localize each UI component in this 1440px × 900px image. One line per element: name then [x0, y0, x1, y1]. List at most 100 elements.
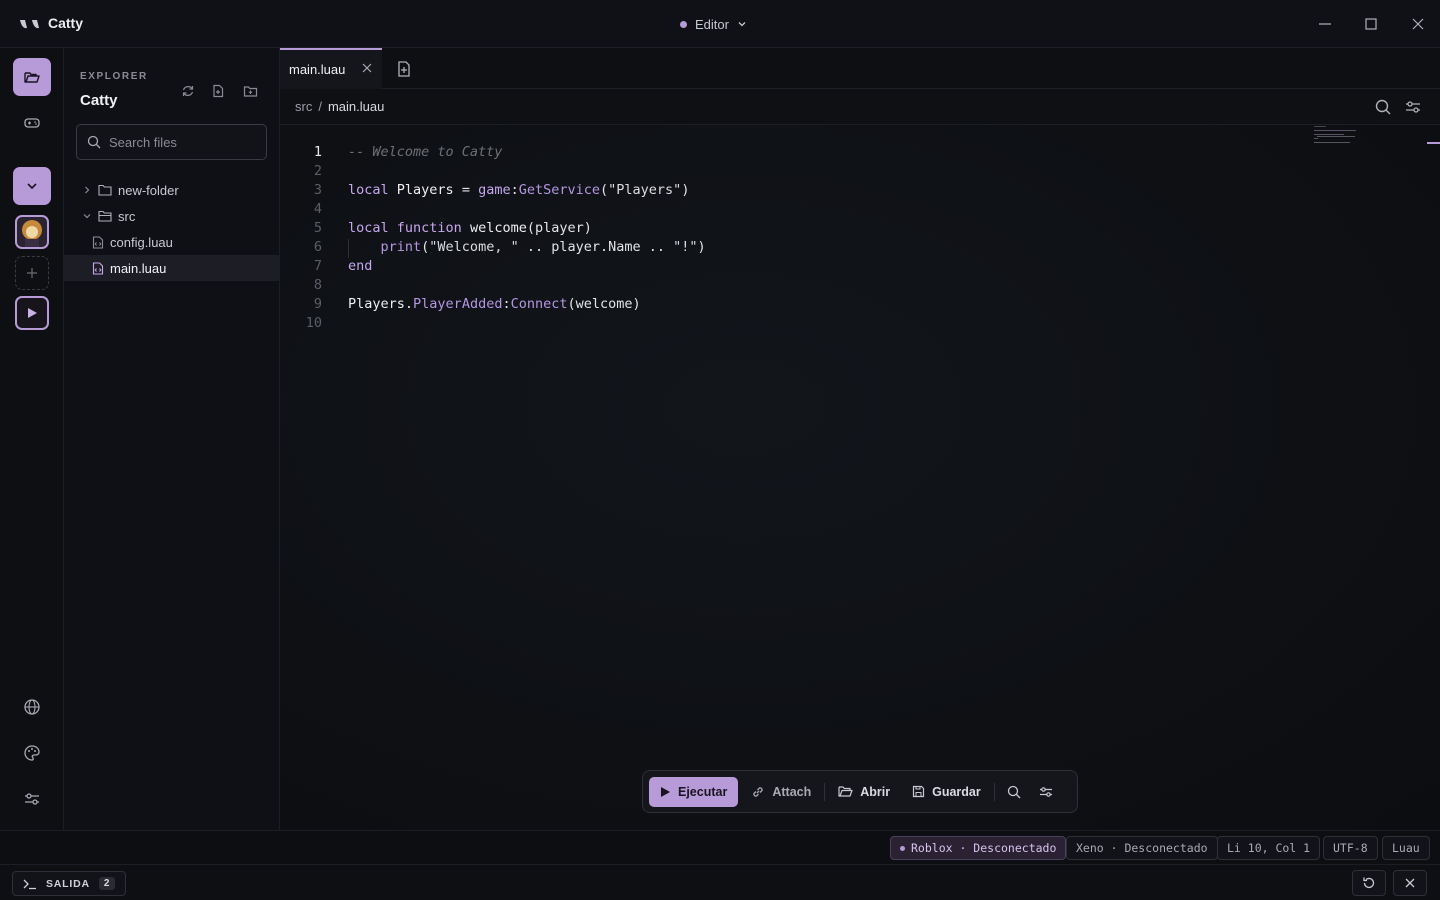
xeno-status-badge[interactable]: Xeno · Desconectado: [1066, 836, 1218, 860]
tab-label: main.luau: [289, 62, 346, 77]
add-account-button[interactable]: [15, 256, 49, 290]
breadcrumb-separator: /: [318, 99, 322, 114]
avatar-image: [22, 220, 42, 247]
code-editor[interactable]: 1 2 3 4 5 6 7 8 9 10 -- Welcome to Catty…: [280, 125, 1440, 830]
status-dot-icon: [900, 845, 905, 851]
terminal-icon: [23, 879, 36, 889]
encoding-text: UTF-8: [1333, 841, 1368, 855]
plus-icon: [27, 268, 37, 278]
cursor-position-text: Li 10, Col 1: [1227, 841, 1311, 855]
theme-button[interactable]: [13, 734, 51, 772]
minimize-button[interactable]: [1313, 12, 1337, 36]
mode-switch[interactable]: Editor: [680, 12, 747, 36]
refresh-icon: [1363, 877, 1375, 889]
breadcrumb-file[interactable]: main.luau: [328, 99, 384, 114]
launch-button[interactable]: [15, 296, 49, 330]
output-label: SALIDA: [46, 877, 90, 890]
account-dropdown-button[interactable]: [13, 167, 51, 205]
attach-button[interactable]: Attach: [742, 777, 820, 807]
search-icon: [87, 135, 101, 149]
line-number: 8: [313, 277, 322, 293]
run-button[interactable]: Ejecutar: [649, 776, 739, 807]
folder-open-icon: [98, 210, 112, 222]
editor-settings-button[interactable]: [1404, 98, 1422, 116]
chevron-down-icon: [738, 22, 746, 27]
code-line-text: -- Welcome to Catty: [348, 144, 503, 160]
refresh-button[interactable]: [178, 81, 198, 101]
line-number: 6: [313, 239, 322, 255]
tree-item-config-luau[interactable]: config.luau: [64, 229, 279, 255]
tree-item-label: main.luau: [110, 260, 167, 276]
palette-icon: [24, 745, 40, 761]
breadcrumb: src / main.luau: [295, 99, 384, 114]
activity-bar: [0, 48, 64, 830]
globe-button[interactable]: [13, 688, 51, 726]
toolbar-divider: [824, 782, 826, 801]
minimap[interactable]: [1313, 125, 1393, 155]
chevron-right-icon: [85, 186, 90, 194]
breadcrumb-folder[interactable]: src: [295, 99, 312, 114]
folder-open-icon: [838, 786, 853, 797]
tree-item-src[interactable]: src: [64, 203, 279, 229]
new-folder-button[interactable]: [240, 81, 260, 101]
tree-item-label: new-folder: [118, 182, 179, 198]
activity-game-button[interactable]: [13, 104, 51, 142]
close-icon: [1405, 878, 1415, 888]
output-toggle-button[interactable]: SALIDA 2: [12, 871, 127, 896]
reload-output-button[interactable]: [1352, 870, 1386, 896]
line-number: 10: [305, 315, 322, 331]
status-bar: Roblox · Desconectado Xeno · Desconectad…: [0, 830, 1440, 864]
code-line: end: [348, 258, 373, 274]
maximize-button[interactable]: [1359, 12, 1383, 36]
app-title: Catty: [48, 15, 84, 31]
file-search-box[interactable]: [76, 124, 267, 160]
line-number: 1: [313, 144, 322, 160]
line-number: 5: [313, 220, 322, 236]
avatar[interactable]: [15, 215, 49, 249]
line-number: 2: [313, 163, 322, 179]
folder-icon: [98, 184, 112, 196]
chevron-down-icon: [83, 214, 91, 219]
line-number: 3: [313, 182, 322, 198]
code-line: print("Welcome, " .. player.Name .. "!"): [380, 239, 706, 255]
globe-icon: [24, 699, 40, 715]
roblox-status-badge[interactable]: Roblox · Desconectado: [890, 836, 1067, 860]
scroll-position-marker: [1427, 142, 1440, 144]
search-button[interactable]: [999, 777, 1029, 807]
search-icon: [1375, 99, 1391, 115]
toolbar-divider: [993, 782, 995, 801]
new-file-icon[interactable]: [394, 59, 414, 79]
sliders-icon: [25, 793, 39, 805]
toolbar-settings-button[interactable]: [1033, 777, 1059, 807]
play-icon: [28, 308, 37, 318]
search-input[interactable]: [109, 134, 259, 150]
link-icon: [753, 786, 764, 797]
sliders-icon: [1406, 101, 1420, 113]
new-folder-icon: [243, 86, 257, 97]
play-icon: [661, 786, 670, 797]
mode-dot-icon: [680, 20, 687, 28]
tree-item-main-luau[interactable]: main.luau: [64, 255, 279, 281]
language-badge[interactable]: Luau: [1382, 836, 1430, 860]
tree-item-new-folder[interactable]: new-folder: [64, 177, 279, 203]
attach-label: Attach: [772, 784, 812, 799]
encoding-badge[interactable]: UTF-8: [1323, 836, 1378, 860]
close-output-button[interactable]: [1393, 870, 1427, 896]
settings-button[interactable]: [13, 780, 51, 818]
find-button[interactable]: [1374, 98, 1392, 116]
chevron-down-icon: [27, 183, 37, 190]
open-button[interactable]: Abrir: [829, 777, 899, 807]
tab-bar: main.luau: [280, 48, 1440, 89]
mode-label: Editor: [695, 16, 729, 32]
save-button[interactable]: Guardar: [903, 777, 990, 807]
cursor-position[interactable]: Li 10, Col 1: [1217, 836, 1321, 860]
activity-explorer-button[interactable]: [13, 58, 51, 96]
app-logo-icon: [20, 20, 39, 29]
save-label: Guardar: [932, 784, 981, 799]
sliders-icon: [1039, 786, 1052, 797]
close-tab-icon[interactable]: [360, 61, 374, 75]
new-file-button[interactable]: [208, 81, 228, 101]
search-icon: [1007, 785, 1021, 798]
project-name: Catty: [80, 92, 118, 109]
close-window-button[interactable]: [1406, 12, 1430, 36]
